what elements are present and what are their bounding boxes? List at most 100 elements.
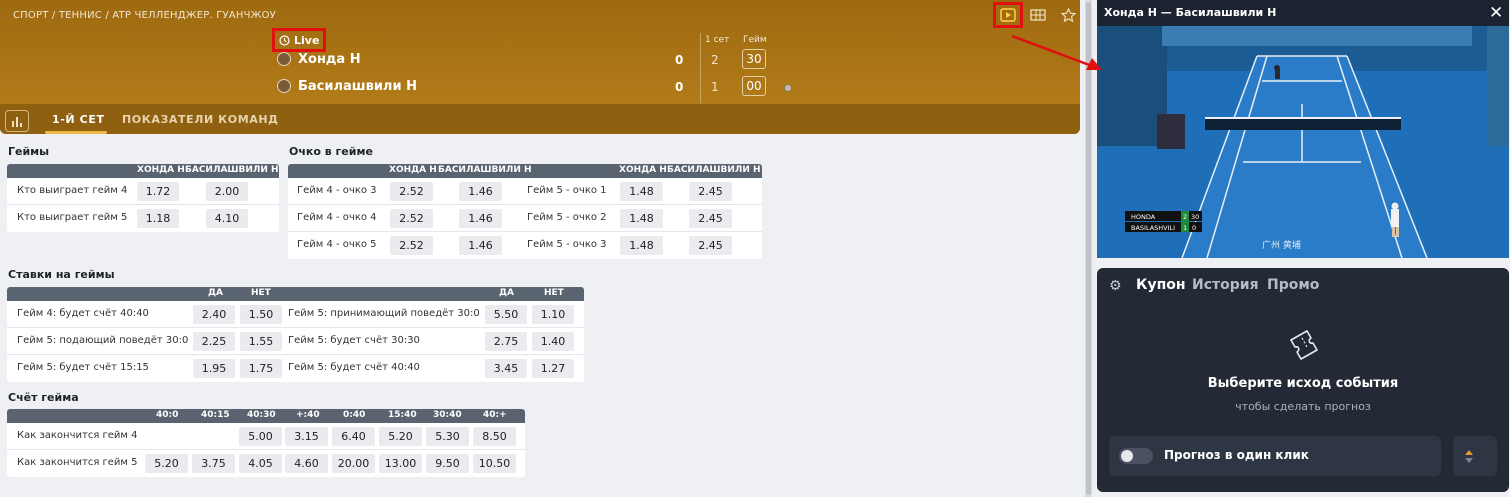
one-click-toggle-row[interactable]: Прогноз в один клик xyxy=(1109,436,1441,476)
scoreboard-icon[interactable] xyxy=(1026,5,1050,25)
odds-button[interactable]: 1.72 xyxy=(137,182,179,201)
row-label: Гейм 5 - очко 1 xyxy=(527,185,607,196)
column-header: 40:+ xyxy=(483,410,507,420)
avatar xyxy=(277,79,291,93)
odds-button[interactable]: 1.48 xyxy=(620,209,663,228)
odds-button[interactable]: 5.20 xyxy=(379,427,422,446)
odds-button[interactable]: 5.50 xyxy=(485,305,527,324)
row-label: Гейм 4 - очко 5 xyxy=(297,239,377,250)
player-set1: 2 xyxy=(711,53,719,67)
column-header: БАСИЛАШВИЛИ Н xyxy=(438,165,532,175)
row-label: Гейм 5 - очко 3 xyxy=(527,239,607,250)
odds-button[interactable]: 9.50 xyxy=(426,454,469,473)
video-stream[interactable]: HONDA BASILASHVILI 2 1 30 0 广州 黄埔 xyxy=(1097,26,1509,258)
odds-button[interactable]: 1.18 xyxy=(137,209,179,228)
tab-first-set[interactable]: 1-Й СЕТ xyxy=(52,113,105,126)
row-label: Гейм 5 - очко 2 xyxy=(527,212,607,223)
odds-button[interactable]: 1.46 xyxy=(459,209,502,228)
odds-button[interactable]: 3.45 xyxy=(485,359,527,378)
player-sets: 0 xyxy=(675,53,684,67)
odds-button[interactable]: 3.75 xyxy=(192,454,235,473)
play-video-icon[interactable] xyxy=(993,2,1023,28)
tab-coupon[interactable]: Купон xyxy=(1136,277,1186,293)
column-header: ДА xyxy=(208,288,223,298)
market-header: ХОНДА Н БАСИЛАШВИЛИ Н xyxy=(7,164,279,178)
row-label: Гейм 5: будет счёт 40:40 xyxy=(288,362,420,373)
market-points: ХОНДА Н БАСИЛАШВИЛИ Н ХОНДА Н БАСИЛАШВИЛ… xyxy=(288,164,762,259)
column-header: ХОНДА Н xyxy=(137,165,185,175)
odds-button[interactable]: 1.55 xyxy=(240,332,282,351)
column-header: БАСИЛАШВИЛИ Н xyxy=(667,165,761,175)
row-label: Гейм 4 - очко 4 xyxy=(297,212,377,223)
market-row: Гейм 5: будет счёт 15:15 1.95 1.75 Гейм … xyxy=(7,355,584,382)
odds-button[interactable]: 2.45 xyxy=(689,209,732,228)
odds-button[interactable]: 1.95 xyxy=(193,359,235,378)
column-header: 40:15 xyxy=(201,410,230,420)
tab-promo[interactable]: Промо xyxy=(1267,277,1319,293)
sort-button[interactable] xyxy=(1453,436,1497,476)
star-icon[interactable] xyxy=(1056,5,1080,25)
odds-button[interactable]: 1.40 xyxy=(532,332,574,351)
gear-icon[interactable]: ⚙ xyxy=(1109,278,1122,294)
one-click-label: Прогноз в один клик xyxy=(1164,448,1309,462)
column-header: ХОНДА Н xyxy=(619,165,667,175)
odds-button[interactable]: 1.50 xyxy=(240,305,282,324)
odds-button[interactable]: 5.30 xyxy=(426,427,469,446)
odds-button[interactable]: 2.40 xyxy=(193,305,235,324)
odds-button[interactable]: 2.45 xyxy=(689,236,732,255)
section-title: Счёт гейма xyxy=(8,391,79,404)
market-header: ДА НЕТ ДА НЕТ xyxy=(7,287,584,301)
market-header: 40:0 40:15 40:30 +:40 0:40 15:40 30:40 4… xyxy=(7,409,525,423)
odds-button[interactable]: 13.00 xyxy=(379,454,422,473)
column-header: 0:40 xyxy=(343,410,366,420)
player-game-points: 00 xyxy=(742,76,766,96)
close-icon[interactable]: ✕ xyxy=(1489,3,1503,23)
stats-icon[interactable] xyxy=(5,110,29,132)
event-page: СПОРТ / ТЕННИС / ATP ЧЕЛЛЕНДЖЕР. ГУАНЧЖО… xyxy=(0,0,1085,497)
market-game-bets: ДА НЕТ ДА НЕТ Гейм 4: будет счёт 40:40 2… xyxy=(7,287,584,382)
odds-button[interactable]: 1.48 xyxy=(620,182,663,201)
odds-button[interactable]: 4.05 xyxy=(239,454,282,473)
row-label: Гейм 4 - очко 3 xyxy=(297,185,377,196)
odds-button[interactable]: 2.52 xyxy=(390,182,433,201)
odds-button[interactable]: 4.60 xyxy=(285,454,328,473)
tab-team-stats[interactable]: ПОКАЗАТЕЛИ КОМАНД xyxy=(122,113,279,126)
row-label: Гейм 5: будет счёт 15:15 xyxy=(17,362,149,373)
odds-button[interactable]: 2.00 xyxy=(206,182,248,201)
odds-button[interactable]: 1.46 xyxy=(459,182,502,201)
column-header: 30:40 xyxy=(433,410,462,420)
odds-button[interactable]: 3.15 xyxy=(285,427,328,446)
breadcrumb[interactable]: СПОРТ / ТЕННИС / ATP ЧЕЛЛЕНДЖЕР. ГУАНЧЖО… xyxy=(13,10,276,21)
player-sets: 0 xyxy=(675,80,684,94)
odds-button[interactable]: 2.52 xyxy=(390,236,433,255)
row-label: Как закончится гейм 5 xyxy=(17,457,138,468)
odds-button[interactable]: 5.00 xyxy=(239,427,282,446)
odds-button[interactable]: 4.10 xyxy=(206,209,248,228)
odds-button[interactable]: 8.50 xyxy=(473,427,516,446)
odds-button[interactable]: 5.20 xyxy=(145,454,188,473)
odds-button[interactable]: 2.52 xyxy=(390,209,433,228)
row-label: Гейм 5: подающий поведёт 30:0 xyxy=(17,335,189,346)
odds-button[interactable]: 2.45 xyxy=(689,182,732,201)
odds-button[interactable]: 6.40 xyxy=(332,427,375,446)
tab-history[interactable]: История xyxy=(1192,277,1259,293)
odds-button[interactable]: 1.10 xyxy=(532,305,574,324)
odds-button[interactable]: 1.75 xyxy=(240,359,282,378)
odds-button[interactable]: 2.75 xyxy=(485,332,527,351)
row-label: Кто выиграет гейм 5 xyxy=(17,212,128,223)
odds-button[interactable]: 1.46 xyxy=(459,236,502,255)
overlay-set-2: 1 xyxy=(1183,224,1187,232)
col-set-header: 1 сет xyxy=(705,35,730,45)
market-games: ХОНДА Н БАСИЛАШВИЛИ Н Кто выиграет гейм … xyxy=(7,164,279,232)
odds-button[interactable]: 20.00 xyxy=(332,454,375,473)
player-row: Хонда Н 0 2 30 xyxy=(275,49,805,71)
one-click-toggle[interactable] xyxy=(1119,448,1153,464)
odds-button[interactable]: 1.48 xyxy=(620,236,663,255)
market-row: Кто выиграет гейм 5 1.18 4.10 xyxy=(7,205,279,232)
scrollbar-thumb[interactable] xyxy=(1086,2,1091,495)
player-game-points: 30 xyxy=(742,49,766,69)
odds-button[interactable]: 2.25 xyxy=(193,332,235,351)
odds-button[interactable]: 1.27 xyxy=(532,359,574,378)
column-header: 40:30 xyxy=(247,410,276,420)
odds-button[interactable]: 10.50 xyxy=(473,454,516,473)
